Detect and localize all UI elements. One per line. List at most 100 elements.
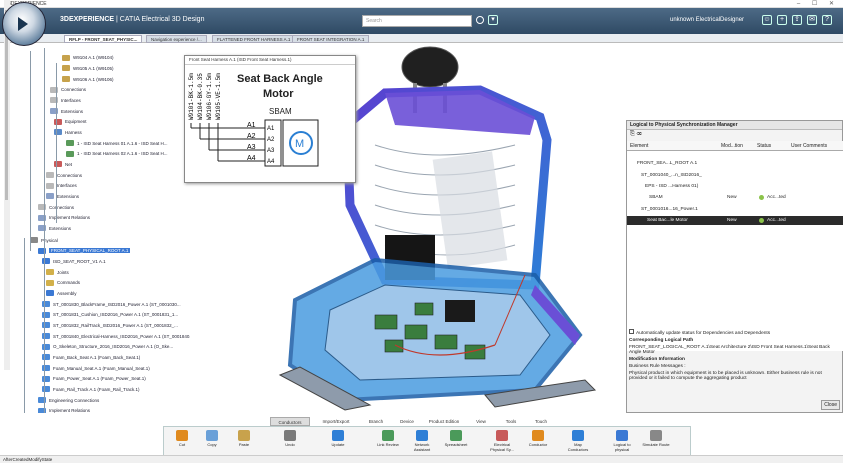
tab-navigation[interactable]: Navigation experience /... — [146, 35, 207, 43]
cmd-logical-to-physical[interactable]: Logical to physical — [608, 429, 636, 457]
action-tab-product-edition[interactable]: Product Edition — [422, 417, 466, 426]
sync-manager-panel[interactable]: Logical to Physical Synchronization Mana… — [626, 120, 843, 413]
tree-node[interactable]: Foam_Power_Seat A.1 (Foam_Power_Seat.1) — [42, 375, 146, 382]
user-label[interactable]: unknown ElectricalDesigner — [670, 17, 744, 23]
tree-node[interactable]: W9105 A.1 (W9105) — [62, 65, 114, 72]
cmd-label: Conductor — [528, 442, 548, 447]
cmd-label: Copy — [207, 442, 217, 447]
tree-node[interactable]: 1 - ISD Seat Harness 01 A.1.6 - ISD Seat… — [66, 140, 168, 147]
schematic-window[interactable]: Front Seat Harness A.1 (ISD Front Seat H… — [184, 55, 356, 183]
cmd-link-review[interactable]: Link Review — [374, 429, 402, 457]
cmd-electrical-physical-sy[interactable]: Electrical Physical Sy... — [488, 429, 516, 457]
close-button[interactable]: Close — [821, 400, 840, 410]
help-icon[interactable]: ? — [822, 15, 832, 25]
window-controls[interactable]: – ☐ ✕ — [797, 0, 839, 7]
mod-info-label: Modification Information — [629, 357, 685, 362]
sync-row[interactable]: SBAM New Acc...ted — [627, 193, 843, 202]
tree-node[interactable]: Commands — [46, 279, 81, 286]
auto-update-checkbox[interactable] — [629, 329, 634, 334]
tree-node[interactable]: Joints — [46, 269, 69, 276]
tree-node-icon — [66, 150, 74, 157]
pin-label-inner: A2 — [267, 137, 275, 143]
search-icon[interactable] — [476, 16, 484, 24]
business-rule-label: Business Rule Messages : — [629, 364, 686, 369]
col-user-comments[interactable]: User Comments — [791, 143, 827, 149]
cmd-undo[interactable]: Undo — [276, 429, 304, 457]
tree-node[interactable]: Connections — [46, 172, 82, 179]
action-tab-touch[interactable]: Touch — [528, 417, 554, 426]
compass-icon[interactable] — [2, 2, 46, 46]
tree-node[interactable]: Implement Relations — [38, 214, 90, 221]
tree-scrollbar[interactable] — [4, 0, 10, 370]
tree-node[interactable]: ST_0001830_BlackFrame_ISD2016_Power A.1 … — [42, 301, 181, 308]
chat-icon[interactable]: ✉ — [807, 15, 817, 25]
tab-rflp[interactable]: RFLP - FRONT_SEAT_PHYSIC... — [64, 35, 143, 43]
tree-node[interactable]: Equipment — [54, 118, 87, 125]
tree-node[interactable]: Harness — [54, 129, 82, 136]
action-tab-view[interactable]: View — [468, 417, 494, 426]
tree-node[interactable]: Extensions — [50, 108, 83, 115]
col-modification[interactable]: Mod...tion — [721, 143, 743, 149]
col-element[interactable]: Element — [630, 143, 648, 149]
cmd-label: Logical to physical — [613, 442, 631, 452]
tree-node[interactable]: Interfaces — [46, 182, 77, 189]
cmd-copy[interactable]: Copy — [198, 429, 226, 457]
sync-row[interactable]: ST_0001040_...n_ISD2016_ — [627, 171, 843, 180]
action-tab-conductors[interactable]: Conductors — [270, 417, 310, 426]
cmd-paste[interactable]: Paste — [230, 429, 258, 457]
tree-node-label: Net — [65, 161, 73, 167]
cmd-cut[interactable]: Cut — [168, 429, 196, 457]
tree-node-icon — [62, 54, 70, 61]
cmd-simulate-route[interactable]: Simulate Route — [642, 429, 670, 457]
tree-node[interactable]: Foam_Back_Seat A.1 (Foam_Back_Seat.1) — [42, 354, 140, 361]
sync-row[interactable]: FRONT_SEA...L_ROOT A.1 — [627, 159, 843, 168]
motor-symbol-letter: M — [295, 138, 304, 150]
person-icon[interactable]: ☺ — [762, 15, 772, 25]
sync-row-selected[interactable]: Seat Bac...le Motor New Acc...ted — [627, 216, 843, 225]
tree-node[interactable]: Engineering Connections — [38, 397, 99, 404]
tab-seat-integration[interactable]: FRONT SEAT INTEGRATION A.1 — [292, 35, 370, 43]
action-tab-import-export[interactable]: Import/Export — [314, 417, 358, 426]
tree-node[interactable]: Foam_Manual_Seat A.1 (Foam_Manual_Seat.1… — [42, 365, 150, 372]
tree-node-label: Implement Relations — [49, 408, 91, 413]
tree-node[interactable]: Assembly — [46, 290, 77, 297]
sync-info: Automatically update status for Dependen… — [629, 329, 839, 383]
tree-node[interactable]: Extensions — [38, 225, 71, 232]
cmd-conductor[interactable]: Conductor — [524, 429, 552, 457]
cmd-spreadsheet[interactable]: Spreadsheet — [442, 429, 470, 457]
tree-node[interactable]: ST_0001832_RailTrack_ISD2016_Power A.1 (… — [42, 322, 178, 329]
col-status[interactable]: Status — [757, 143, 771, 149]
tree-node-selected[interactable]: FRONT_SEAT_PHYSICAL_ROOT A.1 — [38, 247, 131, 254]
tree-node[interactable]: Interfaces — [50, 97, 81, 104]
status-bar: AfterCreatedModifyState — [0, 455, 843, 463]
tree-node[interactable]: Foam_Rail_Track A.1 (Foam_Rail_Track.1) — [42, 386, 139, 393]
search-input[interactable]: Search — [362, 15, 472, 27]
auto-update-row[interactable]: Automatically update status for Dependen… — [629, 329, 839, 336]
tree-node[interactable]: ISD_SEAT_ROOT_V1 A.1 — [42, 258, 106, 265]
tree-node[interactable]: ST_0001831_Cushion_ISD2016_Power A.1 (ST… — [42, 311, 178, 318]
cmd-label: Paste — [238, 442, 250, 447]
share-icon[interactable]: ⇪ — [792, 15, 802, 25]
cmd-network-assistant[interactable]: Network Assistant — [408, 429, 436, 457]
tree-node[interactable]: 1 - ISD Seat Harness 02 A.1.6 - ISD Seat… — [66, 150, 168, 157]
tag-icon[interactable]: ▾ — [488, 15, 498, 25]
tree-node[interactable]: Extensions — [46, 193, 79, 200]
tree-node[interactable]: ST_0001840_Electrical-Harness_ISD2016_Po… — [42, 333, 190, 340]
sync-toolbar[interactable]: ⎘ ⌫ — [630, 131, 641, 138]
action-tab-device[interactable]: Device — [394, 417, 420, 426]
sync-row[interactable]: EPS - ISD ...Harness 01) — [627, 182, 843, 191]
tree-node[interactable]: W9106 A.1 (W9106) — [62, 76, 114, 83]
tree-node-label: Interfaces — [57, 183, 77, 189]
tab-flattened-harness[interactable]: FLATTENED FRONT HARNESS A.1 — [212, 35, 296, 43]
cut-icon — [176, 430, 188, 441]
tree-node[interactable]: Implement Relations — [38, 407, 91, 413]
sync-row[interactable]: ST_0001016...16_Power.1 — [627, 205, 843, 214]
tree-node[interactable]: O_Skeleton_Structure_2016_ISD2016_Power … — [42, 343, 173, 350]
cmd-map-conductors[interactable]: Map Conductors — [564, 429, 592, 457]
add-icon[interactable]: + — [777, 15, 787, 25]
tree-node-label: Commands — [57, 280, 81, 286]
cmd-update[interactable]: Update — [324, 429, 352, 457]
action-tab-tools[interactable]: Tools — [496, 417, 526, 426]
tree-node[interactable]: W9104 A.1 (W9104) — [62, 54, 114, 61]
action-tab-branch[interactable]: Branch — [362, 417, 390, 426]
